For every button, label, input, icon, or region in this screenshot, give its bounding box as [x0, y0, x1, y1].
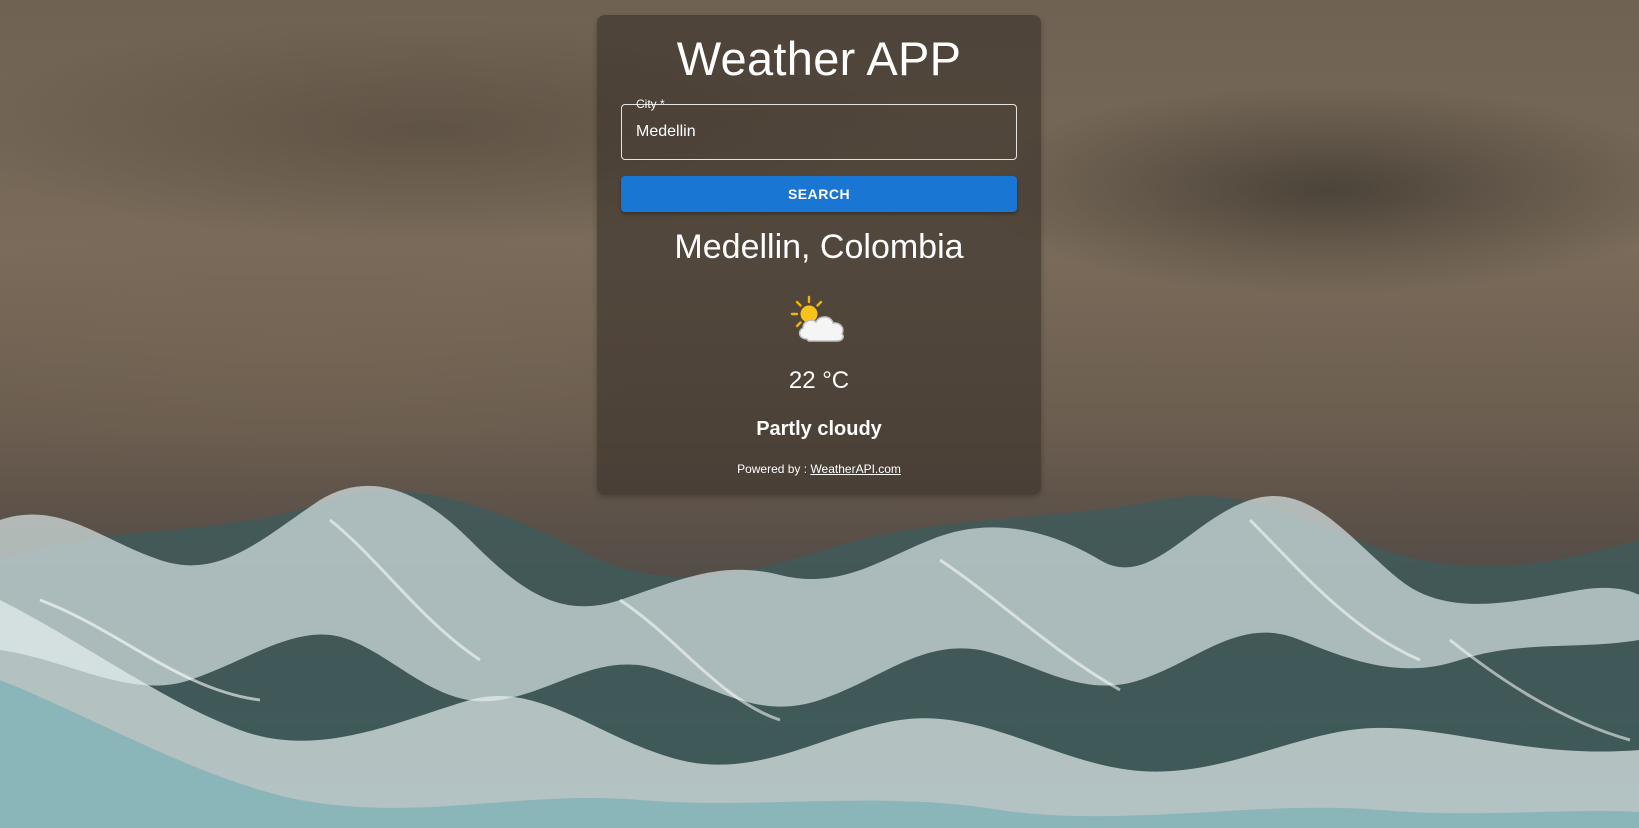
weatherapi-link[interactable]: WeatherAPI.com	[810, 462, 900, 476]
powered-by-label: Powered by :	[737, 462, 811, 476]
city-field[interactable]: City *	[621, 97, 1017, 160]
location-name: Medellin, Colombia	[674, 228, 964, 266]
weather-condition: Partly cloudy	[756, 418, 882, 440]
temperature: 22 °C	[788, 367, 850, 394]
powered-by: Powered by : WeatherAPI.com	[597, 462, 1041, 476]
city-input[interactable]	[622, 105, 1016, 159]
weather-card: Weather APP City * SEARCH Medellin, Colo…	[597, 15, 1041, 495]
partly-cloudy-icon	[789, 291, 853, 355]
city-label: City *	[632, 97, 669, 111]
app-title: Weather APP	[676, 32, 962, 85]
search-button[interactable]: SEARCH	[621, 176, 1017, 212]
